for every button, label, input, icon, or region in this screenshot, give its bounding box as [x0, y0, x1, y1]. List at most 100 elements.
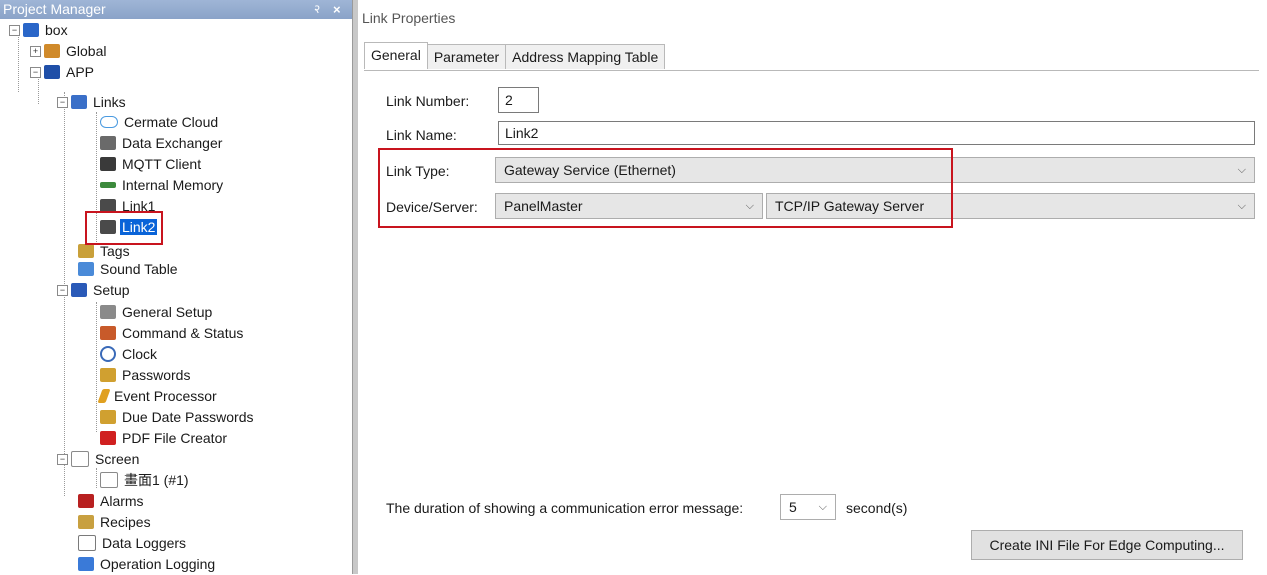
link-number-field[interactable]: 2	[498, 87, 539, 113]
close-icon[interactable]: ×	[333, 0, 341, 19]
tree-node-clock[interactable]: Clock	[100, 344, 159, 364]
tree-node-label: Links	[93, 94, 126, 110]
tree-node-label: Clock	[122, 346, 158, 362]
tree-node-event-processor[interactable]: Event Processor	[97, 386, 219, 406]
links-icon	[71, 95, 87, 109]
cloud-icon	[100, 116, 118, 128]
command-status-icon	[100, 326, 116, 340]
link2-highlight-frame	[85, 211, 163, 245]
tree-node-label: 畫面1 (#1)	[124, 472, 189, 488]
link-type-highlight-frame	[378, 148, 953, 228]
link-name-field[interactable]: Link2	[498, 121, 1255, 145]
tree-node-data-exchanger[interactable]: Data Exchanger	[100, 133, 224, 153]
link-number-label: Link Number:	[386, 93, 470, 109]
passwords-icon	[100, 368, 116, 382]
tree-node-label: Recipes	[100, 514, 151, 530]
recipes-icon	[78, 515, 94, 529]
tree-node-passwords[interactable]: Passwords	[100, 365, 192, 385]
collapse-icon[interactable]: −	[57, 96, 68, 108]
tree-node-label: General Setup	[122, 304, 213, 320]
project-manager-panel: Project Manager २ × − box + Global − APP…	[0, 0, 352, 574]
project-manager-titlebar: Project Manager २ ×	[0, 0, 352, 19]
tree-node-cermate-cloud[interactable]: Cermate Cloud	[100, 112, 220, 132]
collapse-icon[interactable]: −	[57, 284, 68, 296]
tree-node-label: Global	[66, 43, 107, 59]
tags-icon	[78, 244, 94, 258]
tree-node-alarms[interactable]: Alarms	[78, 491, 146, 511]
tree-node-label: Setup	[93, 282, 130, 298]
global-icon	[44, 44, 60, 58]
collapse-icon[interactable]: −	[57, 453, 68, 465]
clock-icon	[100, 346, 116, 362]
tab-parameter[interactable]: Parameter	[426, 44, 507, 69]
tree-node-mqtt-client[interactable]: MQTT Client	[100, 154, 203, 174]
tree-node-screen[interactable]: − Screen	[57, 449, 141, 469]
chevron-down-icon: ⌵	[1237, 164, 1246, 176]
tree-node-label: MQTT Client	[122, 156, 202, 172]
tree-node-command-status[interactable]: Command & Status	[100, 323, 245, 343]
tree-node-label: Alarms	[100, 493, 144, 509]
general-setup-icon	[100, 305, 116, 319]
data-loggers-icon	[78, 535, 96, 551]
expand-icon[interactable]: +	[30, 45, 41, 57]
setup-icon	[71, 283, 87, 297]
tree-node-label: Screen	[95, 451, 140, 467]
tree-node-label: Event Processor	[114, 388, 217, 404]
tree-node-label: Internal Memory	[122, 177, 224, 193]
tree-node-label: Tags	[100, 243, 130, 259]
tab-strip: General Parameter Address Mapping Table	[364, 42, 666, 70]
tree-node-label: APP	[66, 64, 95, 80]
duration-dropdown[interactable]: 5 ⌵	[780, 494, 836, 520]
link-properties-panel: Link Properties General Parameter Addres…	[358, 0, 1267, 574]
tree-node-data-loggers[interactable]: Data Loggers	[78, 533, 188, 553]
tree-node-links[interactable]: − Links	[57, 92, 128, 112]
collapse-icon[interactable]: −	[9, 24, 20, 36]
link-name-label: Link Name:	[386, 127, 457, 143]
tree-node-label: Sound Table	[100, 261, 178, 277]
tree-node-global[interactable]: + Global	[30, 41, 108, 61]
chevron-down-icon: ⌵	[818, 501, 827, 513]
tree-node-internal-memory[interactable]: Internal Memory	[100, 175, 225, 195]
collapse-icon[interactable]: −	[30, 66, 41, 78]
tree-node-due-date-passwords[interactable]: Due Date Passwords	[100, 407, 256, 427]
event-processor-icon	[97, 389, 111, 403]
app-icon	[44, 65, 60, 79]
tree-node-label: Data Loggers	[102, 535, 187, 551]
box-icon	[23, 23, 39, 37]
pin-icon[interactable]: २	[314, 0, 320, 19]
duration-label: The duration of showing a communication …	[386, 500, 744, 516]
pdf-file-creator-icon	[100, 431, 116, 445]
project-manager-title: Project Manager	[3, 1, 106, 17]
operation-logging-icon	[78, 557, 94, 571]
tree-node-label: box	[45, 22, 68, 38]
tree-node-label: Due Date Passwords	[122, 409, 254, 425]
tree-node-box[interactable]: − box	[9, 20, 70, 40]
chevron-down-icon: ⌵	[1237, 200, 1246, 212]
create-ini-file-button[interactable]: Create INI File For Edge Computing...	[971, 530, 1243, 560]
tree-node-operation-logging[interactable]: Operation Logging	[78, 554, 217, 574]
tree-node-label: Cermate Cloud	[124, 114, 219, 130]
tree-node-label: PDF File Creator	[122, 430, 228, 446]
alarms-icon	[78, 494, 94, 508]
tree-node-app[interactable]: − APP	[30, 62, 96, 82]
tab-address-mapping-table[interactable]: Address Mapping Table	[505, 44, 666, 69]
internal-memory-icon	[100, 182, 116, 188]
tab-general[interactable]: General	[364, 42, 428, 69]
screen-icon	[71, 451, 89, 467]
tree-node-general-setup[interactable]: General Setup	[100, 302, 214, 322]
duration-value: 5	[789, 499, 797, 515]
tree-node-label: Data Exchanger	[122, 135, 223, 151]
tree-node-screen-page-1[interactable]: 畫面1 (#1)	[100, 470, 191, 490]
tree-node-sound-table[interactable]: Sound Table	[78, 259, 180, 279]
tree-node-label: Operation Logging	[100, 556, 216, 572]
data-exchanger-icon	[100, 136, 116, 150]
duration-unit: second(s)	[846, 500, 908, 516]
link-properties-title: Link Properties	[362, 10, 456, 26]
tree-node-label: Passwords	[122, 367, 191, 383]
screen-page-icon	[100, 472, 118, 488]
mqtt-client-icon	[100, 157, 116, 171]
tree-node-pdf-file-creator[interactable]: PDF File Creator	[100, 428, 229, 448]
tree-node-label: Command & Status	[122, 325, 244, 341]
tree-node-setup[interactable]: − Setup	[57, 280, 132, 300]
tree-node-recipes[interactable]: Recipes	[78, 512, 153, 532]
